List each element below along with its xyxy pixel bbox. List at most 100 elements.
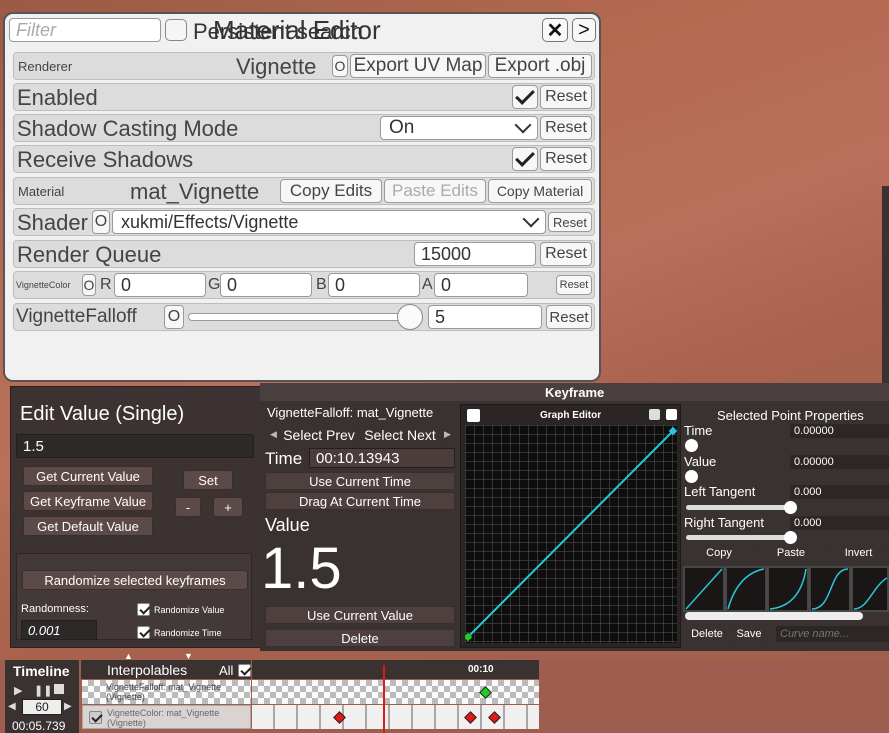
- render-queue-label: Render Queue: [17, 242, 162, 267]
- curve-preset-2[interactable]: [725, 566, 767, 612]
- graph-editor-expand-icon[interactable]: [666, 409, 677, 420]
- graph-editor-checkbox[interactable]: [467, 409, 480, 422]
- shadow-casting-dropdown[interactable]: On: [380, 116, 538, 140]
- right-tangent-slider-thumb[interactable]: [784, 531, 797, 544]
- material-editor-window: Persistent search Material Editor ✕ > Re…: [3, 12, 601, 382]
- use-current-value-button[interactable]: Use Current Value: [265, 606, 455, 624]
- enabled-reset-button[interactable]: Reset: [540, 85, 592, 109]
- graph-canvas[interactable]: [465, 425, 677, 643]
- randomness-input[interactable]: 0.001: [21, 620, 97, 640]
- randomize-time-checkbox[interactable]: [137, 626, 150, 639]
- enabled-label: Enabled: [17, 85, 98, 110]
- track-label-2[interactable]: VignetteColor: mat_Vignette (Vignette): [82, 705, 251, 729]
- left-tangent-slider-thumb[interactable]: [784, 501, 797, 514]
- g-label: G: [208, 276, 221, 293]
- receive-shadows-reset-button[interactable]: Reset: [540, 147, 592, 171]
- shader-reset-button[interactable]: Reset: [548, 212, 592, 232]
- shader-value: xukmi/Effects/Vignette: [121, 211, 299, 232]
- close-button[interactable]: ✕: [542, 18, 568, 42]
- curve-presets-scrollbar[interactable]: [685, 612, 863, 620]
- g-input[interactable]: 0: [220, 273, 312, 297]
- playhead[interactable]: [383, 665, 385, 733]
- interpolable-name: VignetteFalloff: mat_Vignette: [267, 405, 434, 420]
- a-input[interactable]: 0: [434, 273, 528, 297]
- props-paste-button[interactable]: Paste: [756, 545, 826, 561]
- left-tangent-slider[interactable]: [686, 505, 790, 510]
- fps-input[interactable]: 60: [22, 699, 62, 715]
- vignette-color-reset-button[interactable]: Reset: [556, 275, 592, 295]
- graph-editor: Graph Editor: [460, 404, 681, 648]
- edit-value-input[interactable]: 1.5: [16, 434, 254, 458]
- play-icon[interactable]: ▶: [14, 684, 22, 697]
- vignette-falloff-input[interactable]: 5: [428, 305, 542, 329]
- props-time-slider-thumb[interactable]: [685, 439, 698, 452]
- copy-material-button[interactable]: Copy Material: [488, 179, 592, 203]
- decrement-button[interactable]: -: [175, 497, 201, 517]
- render-queue-input[interactable]: 15000: [414, 242, 536, 266]
- use-current-time-button[interactable]: Use Current Time: [265, 472, 455, 490]
- vignette-falloff-slider-thumb[interactable]: [397, 304, 424, 330]
- export-uv-map-button[interactable]: Export UV Map: [350, 54, 486, 78]
- paste-edits-button[interactable]: Paste Edits: [384, 179, 486, 203]
- props-time-input[interactable]: 0.00000: [790, 424, 889, 438]
- increment-button[interactable]: +: [213, 497, 243, 517]
- persistent-search-checkbox[interactable]: [165, 19, 187, 41]
- shadow-casting-reset-button[interactable]: Reset: [540, 116, 592, 140]
- enabled-checkbox[interactable]: [512, 85, 538, 109]
- curve-delete-button[interactable]: Delete: [684, 626, 730, 642]
- graph-editor-option-icon[interactable]: [649, 409, 660, 420]
- vignette-falloff-slider[interactable]: [188, 313, 422, 321]
- drag-at-current-time-button[interactable]: Drag At Current Time: [265, 492, 455, 510]
- check-icon: [515, 85, 535, 105]
- vignette-falloff-reset-button[interactable]: Reset: [546, 305, 592, 329]
- track-label-1[interactable]: VignetteFalloff: mat_Vignette (Vignette): [82, 680, 251, 704]
- curve-preset-3[interactable]: [767, 566, 809, 612]
- time-input[interactable]: 00:10.13943: [309, 448, 455, 468]
- r-input[interactable]: 0: [114, 273, 206, 297]
- curve-preset-5[interactable]: [851, 566, 889, 612]
- vignette-color-label: VignetteColor: [16, 280, 71, 290]
- randomize-value-checkbox[interactable]: [137, 603, 150, 616]
- track-row-1[interactable]: [252, 680, 539, 704]
- copy-edits-button[interactable]: Copy Edits: [280, 179, 382, 203]
- b-input[interactable]: 0: [328, 273, 420, 297]
- get-current-value-button[interactable]: Get Current Value: [23, 466, 153, 486]
- render-queue-row: Render Queue 15000 Reset: [13, 240, 595, 268]
- all-checkbox[interactable]: [238, 664, 251, 677]
- props-right-tangent-input[interactable]: 0.000: [790, 516, 889, 530]
- vignette-color-o-button[interactable]: O: [82, 274, 96, 296]
- receive-shadows-checkbox[interactable]: [512, 147, 538, 171]
- select-next-button[interactable]: Select Next: [358, 426, 442, 444]
- shader-label: Shader: [17, 210, 88, 235]
- props-copy-button[interactable]: Copy: [684, 545, 754, 561]
- delete-keyframe-button[interactable]: Delete: [265, 629, 455, 647]
- frame-back-icon[interactable]: ◀: [8, 701, 16, 712]
- filter-input[interactable]: [9, 18, 161, 42]
- render-queue-reset-button[interactable]: Reset: [540, 242, 592, 266]
- props-right-tangent-label: Right Tangent: [684, 515, 764, 530]
- shader-o-button[interactable]: O: [92, 210, 110, 234]
- props-left-tangent-input[interactable]: 0.000: [790, 485, 889, 499]
- set-button[interactable]: Set: [183, 470, 233, 490]
- get-default-value-button[interactable]: Get Default Value: [23, 516, 153, 536]
- right-tangent-slider[interactable]: [686, 535, 790, 540]
- randomize-keyframes-button[interactable]: Randomize selected keyframes: [22, 570, 248, 590]
- shader-dropdown[interactable]: xukmi/Effects/Vignette: [112, 210, 546, 234]
- curve-save-button[interactable]: Save: [732, 626, 766, 642]
- select-prev-button[interactable]: Select Prev: [280, 426, 358, 444]
- time-ruler[interactable]: 00:10: [252, 660, 539, 679]
- frame-forward-icon[interactable]: ▶: [64, 701, 72, 712]
- props-value-input[interactable]: 0.00000: [790, 455, 889, 469]
- export-obj-button[interactable]: Export .obj: [488, 54, 592, 78]
- renderer-o-button[interactable]: O: [332, 55, 348, 77]
- track-label-2-checkbox[interactable]: [89, 711, 102, 724]
- get-keyframe-value-button[interactable]: Get Keyframe Value: [23, 491, 153, 511]
- close-icon: ✕: [546, 19, 564, 42]
- vignette-falloff-o-button[interactable]: O: [164, 305, 184, 329]
- pause-icon[interactable]: ❚❚: [34, 684, 52, 697]
- props-value-slider-thumb[interactable]: [685, 470, 698, 483]
- curve-name-input[interactable]: [776, 626, 889, 642]
- props-invert-button[interactable]: Invert: [828, 545, 889, 561]
- expand-button[interactable]: >: [572, 18, 596, 42]
- stop-icon[interactable]: [54, 684, 64, 694]
